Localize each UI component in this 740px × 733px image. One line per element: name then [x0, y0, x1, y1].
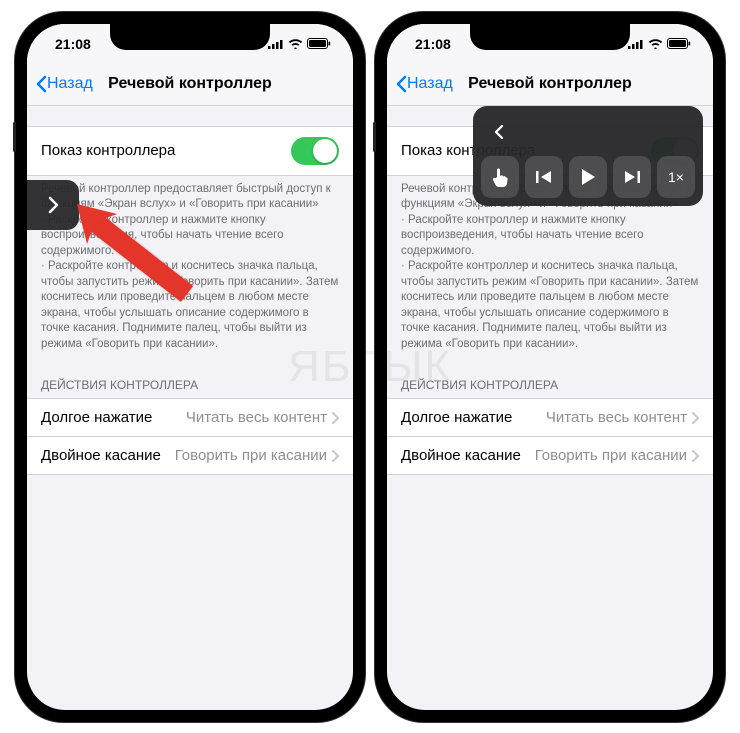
chevron-right-icon [331, 450, 339, 462]
chevron-right-icon [691, 450, 699, 462]
row-value: Читать весь контент [546, 409, 687, 426]
notch [470, 24, 630, 50]
row-double-tap[interactable]: Двойное касание Говорить при касании [27, 437, 353, 475]
speech-controller-collapsed[interactable] [27, 180, 79, 230]
row-label: Долгое нажатие [401, 409, 512, 426]
chevron-left-icon [493, 123, 505, 141]
speed-label: 1× [668, 169, 684, 185]
chevron-left-icon [395, 75, 407, 93]
back-label: Назад [47, 75, 93, 93]
row-double-tap[interactable]: Двойное касание Говорить при касании [387, 437, 713, 475]
back-button[interactable]: Назад [27, 75, 93, 93]
phone-right: 21:08 Назад Речевой контроллер Показ кон… [375, 12, 725, 722]
chevron-right-icon [331, 412, 339, 424]
controller-finger-button[interactable] [481, 156, 519, 198]
content: Показ контроллера Речевой контроллер пре… [27, 126, 353, 476]
row-label: Двойное касание [41, 447, 161, 464]
signal-icon [268, 39, 284, 49]
chevron-right-icon [691, 412, 699, 424]
row-long-press[interactable]: Долгое нажатие Читать весь контент [27, 398, 353, 437]
controller-play-button[interactable] [569, 156, 607, 198]
row-value: Говорить при касании [175, 447, 327, 464]
status-time: 21:08 [55, 36, 91, 52]
skip-forward-icon [623, 169, 641, 185]
status-icons [268, 38, 331, 49]
section-header: ДЕЙСТВИЯ КОНТРОЛЛЕРА [27, 362, 353, 398]
speech-controller-expanded[interactable]: 1× [473, 106, 703, 206]
skip-back-icon [535, 169, 553, 185]
row-label: Двойное касание [401, 447, 521, 464]
wifi-icon [648, 38, 663, 49]
phone-left: 21:08 Назад Речевой контроллер Показ кон… [15, 12, 365, 722]
screen: 21:08 Назад Речевой контроллер Показ кон… [27, 24, 353, 710]
nav-bar: Назад Речевой контроллер [387, 64, 713, 106]
row-value: Говорить при касании [535, 447, 687, 464]
chevron-left-icon [35, 75, 47, 93]
battery-icon [667, 38, 691, 49]
screen: 21:08 Назад Речевой контроллер Показ кон… [387, 24, 713, 710]
toggle-label: Показ контроллера [41, 142, 175, 159]
back-button[interactable]: Назад [387, 75, 453, 93]
status-icons [628, 38, 691, 49]
row-value: Читать весь контент [186, 409, 327, 426]
back-label: Назад [407, 75, 453, 93]
row-label: Долгое нажатие [41, 409, 152, 426]
row-long-press[interactable]: Долгое нажатие Читать весь контент [387, 398, 713, 437]
toggle-row: Показ контроллера [27, 126, 353, 176]
status-time: 21:08 [415, 36, 451, 52]
nav-bar: Назад Речевой контроллер [27, 64, 353, 106]
wifi-icon [288, 38, 303, 49]
controller-next-button[interactable] [613, 156, 651, 198]
toggle-switch[interactable] [291, 137, 339, 165]
battery-icon [307, 38, 331, 49]
controller-speed-button[interactable]: 1× [657, 156, 695, 198]
finger-icon [490, 166, 510, 188]
controller-prev-button[interactable] [525, 156, 563, 198]
section-header: ДЕЙСТВИЯ КОНТРОЛЛЕРА [387, 362, 713, 398]
chevron-right-icon [46, 195, 60, 215]
signal-icon [628, 39, 644, 49]
notch [110, 24, 270, 50]
controller-collapse-button[interactable] [481, 114, 517, 150]
play-icon [580, 168, 596, 186]
